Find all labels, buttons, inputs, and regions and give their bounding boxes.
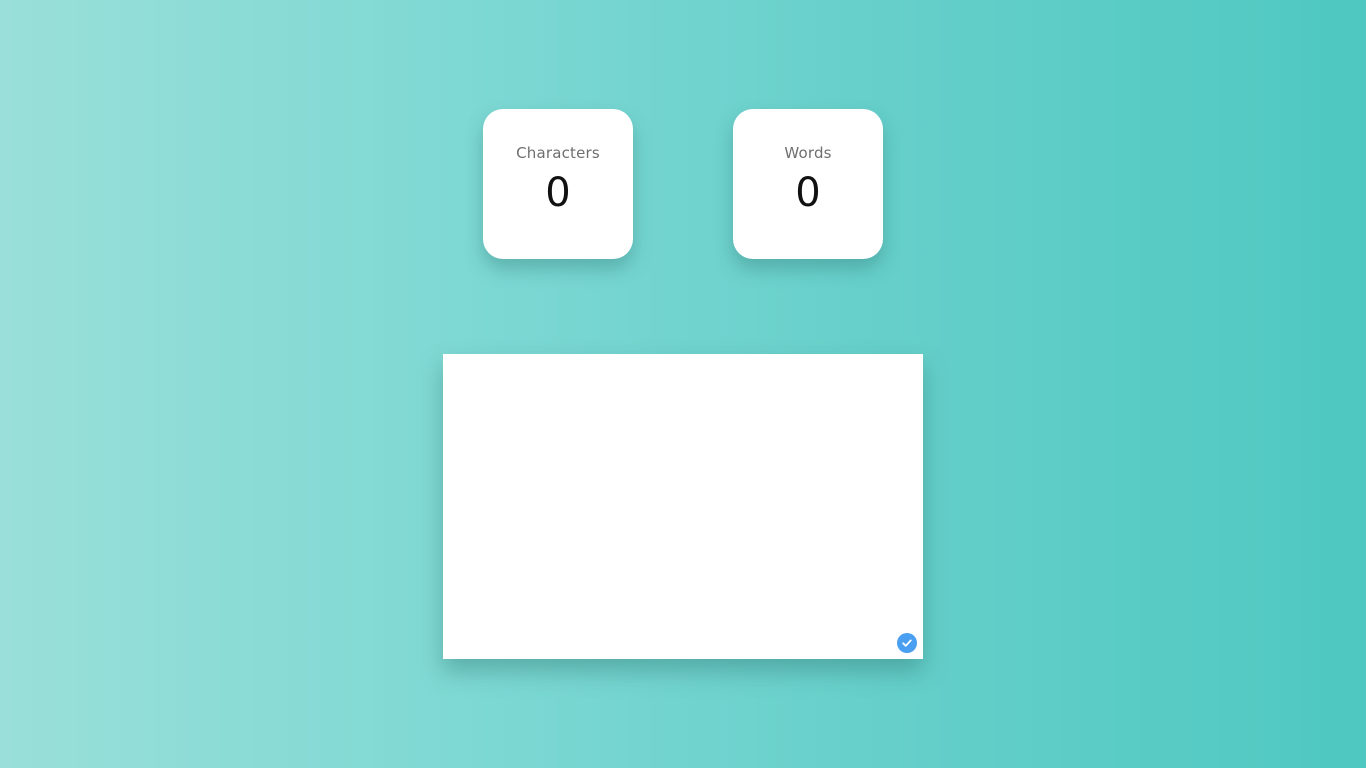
checkmark-icon (902, 639, 912, 647)
characters-card: Characters 0 (483, 109, 633, 259)
stats-row: Characters 0 Words 0 (483, 109, 883, 259)
words-card: Words 0 (733, 109, 883, 259)
characters-count: 0 (545, 170, 571, 216)
words-label: Words (784, 144, 832, 162)
words-count: 0 (795, 170, 821, 216)
text-editor-container (443, 354, 923, 659)
characters-label: Characters (516, 144, 600, 162)
text-input-area[interactable] (443, 354, 923, 659)
check-circle-icon[interactable] (897, 633, 917, 653)
